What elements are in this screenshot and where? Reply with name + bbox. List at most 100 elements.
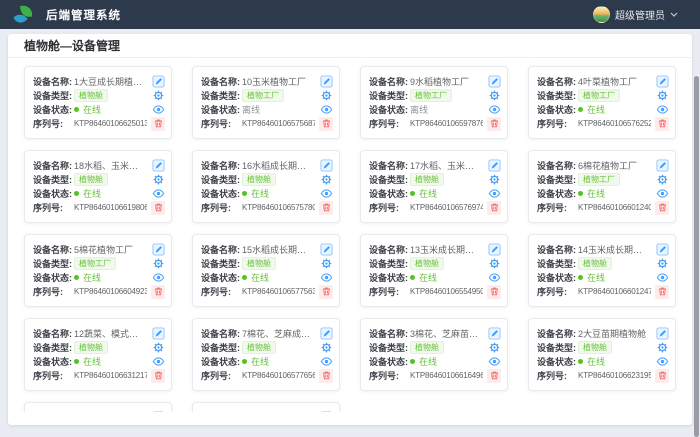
view-device-button[interactable] [655, 187, 669, 201]
device-type-row: 设备类型:植物舱 [33, 340, 165, 354]
view-device-button[interactable] [487, 187, 501, 201]
delete-device-button[interactable] [151, 201, 165, 215]
edit-device-button[interactable] [151, 326, 165, 340]
gear-icon [656, 89, 669, 102]
view-device-button[interactable] [151, 187, 165, 201]
view-device-button[interactable] [655, 103, 669, 117]
device-status-row: 设备状态:在线 [369, 355, 501, 369]
edit-device-button[interactable] [151, 410, 165, 412]
device-name-label: 设备名称: [33, 411, 74, 413]
device-settings-button[interactable] [319, 88, 333, 102]
serial-value: KTP864601065756876 [242, 119, 315, 128]
eye-icon [656, 271, 669, 284]
view-device-button[interactable] [655, 271, 669, 285]
scrollbar-thumb[interactable] [694, 76, 699, 437]
device-name-label: 设备名称: [201, 243, 242, 256]
eye-icon [152, 187, 165, 200]
device-settings-button[interactable] [655, 88, 669, 102]
edit-icon [488, 159, 501, 172]
device-settings-button[interactable] [319, 256, 333, 270]
device-settings-button[interactable] [319, 340, 333, 354]
edit-device-button[interactable] [319, 410, 333, 412]
delete-device-button[interactable] [487, 117, 501, 131]
serial-value: KTP864601066049230 [74, 287, 147, 296]
serial-label: 序列号: [33, 285, 74, 298]
device-status-row: 设备状态:在线 [33, 355, 165, 369]
view-device-button[interactable] [151, 355, 165, 369]
device-settings-button[interactable] [487, 256, 501, 270]
view-device-button[interactable] [487, 271, 501, 285]
edit-device-button[interactable] [655, 326, 669, 340]
delete-device-button[interactable] [319, 285, 333, 299]
device-name-row: 设备名称:12蔬菜、模式植物植… [33, 326, 165, 340]
device-settings-button[interactable] [655, 256, 669, 270]
view-device-button[interactable] [655, 355, 669, 369]
delete-device-button[interactable] [655, 285, 669, 299]
delete-device-button[interactable] [655, 369, 669, 383]
device-settings-button[interactable] [655, 340, 669, 354]
edit-device-button[interactable] [487, 74, 501, 88]
edit-device-button[interactable] [487, 326, 501, 340]
online-dot [74, 107, 79, 112]
delete-device-button[interactable] [151, 285, 165, 299]
device-status-row: 设备状态:在线 [201, 355, 333, 369]
online-dot [74, 191, 79, 196]
device-settings-button[interactable] [151, 88, 165, 102]
edit-device-button[interactable] [655, 74, 669, 88]
device-settings-button[interactable] [151, 340, 165, 354]
device-status-label: 设备状态: [369, 103, 410, 116]
device-settings-button[interactable] [487, 88, 501, 102]
device-settings-button[interactable] [655, 172, 669, 186]
delete-device-button[interactable] [151, 117, 165, 131]
trash-icon [657, 370, 668, 381]
device-name-value: 6棉花植物工厂 [578, 159, 651, 172]
device-settings-button[interactable] [319, 172, 333, 186]
edit-device-button[interactable] [151, 74, 165, 88]
edit-device-button[interactable] [319, 242, 333, 256]
device-settings-button[interactable] [151, 256, 165, 270]
delete-device-button[interactable] [655, 117, 669, 131]
delete-device-button[interactable] [319, 201, 333, 215]
view-device-button[interactable] [151, 103, 165, 117]
device-serial-row: 序列号:KTP864601066049230 [33, 285, 165, 299]
delete-device-button[interactable] [151, 369, 165, 383]
view-device-button[interactable] [319, 271, 333, 285]
device-settings-button[interactable] [151, 172, 165, 186]
serial-value: KTP864601066198060 [74, 203, 147, 212]
device-name-value: 7棉花、芝麻成长期植… [242, 327, 315, 340]
edit-device-button[interactable] [151, 242, 165, 256]
device-name-label: 设备名称: [537, 243, 578, 256]
edit-device-button[interactable] [655, 158, 669, 172]
device-card: 设备名称:2大豆苗期植物舱设备类型:植物舱设备状态:在线序列号:KTP86460… [528, 318, 676, 391]
edit-device-button[interactable] [319, 74, 333, 88]
avatar[interactable] [593, 6, 610, 23]
view-device-button[interactable] [319, 187, 333, 201]
delete-device-button[interactable] [487, 201, 501, 215]
user-menu[interactable]: 超级管理员 [593, 6, 678, 23]
device-status-row: 设备状态:在线 [33, 103, 165, 117]
device-type-row: 设备类型:植物舱 [33, 172, 165, 186]
app-title: 后端管理系统 [46, 7, 121, 23]
view-device-button[interactable] [151, 271, 165, 285]
view-device-button[interactable] [487, 355, 501, 369]
edit-device-button[interactable] [487, 158, 501, 172]
view-device-button[interactable] [319, 103, 333, 117]
delete-device-button[interactable] [319, 117, 333, 131]
view-device-button[interactable] [487, 103, 501, 117]
device-settings-button[interactable] [487, 340, 501, 354]
edit-device-button[interactable] [655, 242, 669, 256]
edit-device-button[interactable] [487, 242, 501, 256]
delete-device-button[interactable] [487, 369, 501, 383]
device-name-row: 设备名称: [33, 410, 165, 412]
device-card: 设备名称:7棉花、芝麻成长期植…设备类型:植物舱设备状态:在线序列号:KTP86… [192, 318, 340, 391]
view-device-button[interactable] [319, 355, 333, 369]
delete-device-button[interactable] [655, 201, 669, 215]
device-settings-button[interactable] [487, 172, 501, 186]
device-serial-row: 序列号:KTP864601066198060 [33, 201, 165, 215]
edit-device-button[interactable] [319, 326, 333, 340]
serial-label: 序列号: [33, 369, 74, 382]
edit-device-button[interactable] [151, 158, 165, 172]
delete-device-button[interactable] [319, 369, 333, 383]
delete-device-button[interactable] [487, 285, 501, 299]
edit-device-button[interactable] [319, 158, 333, 172]
